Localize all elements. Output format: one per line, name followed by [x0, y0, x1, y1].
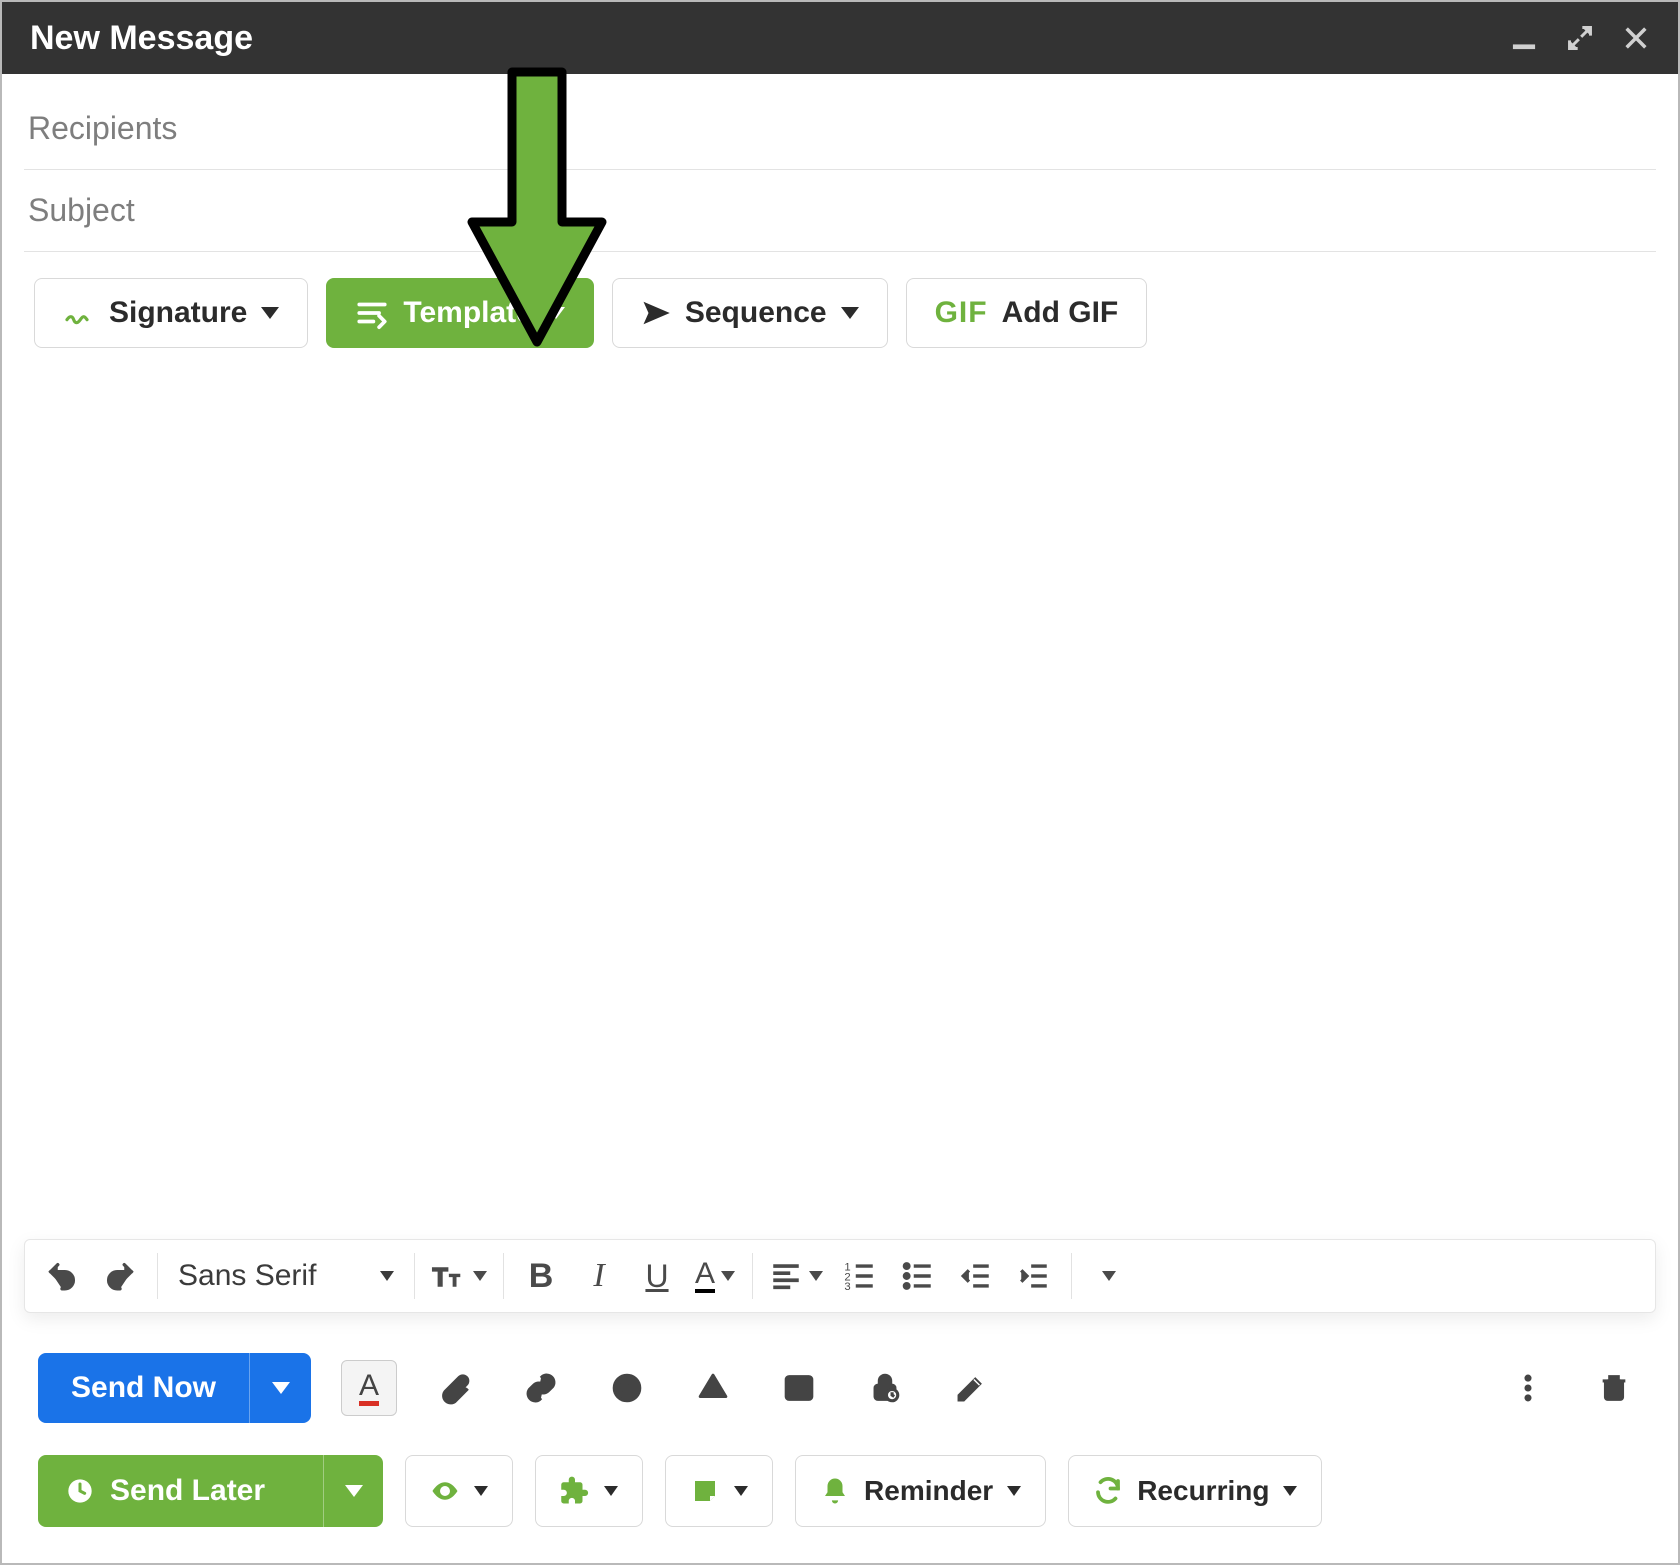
send-now-label: Send Now — [71, 1371, 216, 1405]
insert-toolbar: Signature Template Sequence GIF Add GIF — [2, 252, 1678, 374]
reminder-label: Reminder — [864, 1475, 993, 1507]
add-gif-label: Add GIF — [1002, 296, 1119, 330]
title-bar: New Message — [2, 2, 1678, 74]
insert-photo-button[interactable] — [771, 1360, 827, 1416]
text-color-tool-button[interactable]: A — [341, 1360, 397, 1416]
minimize-button[interactable] — [1510, 24, 1538, 52]
send-options-button[interactable] — [249, 1353, 311, 1423]
extension-button[interactable] — [535, 1455, 643, 1527]
chevron-down-icon — [841, 307, 859, 319]
align-button[interactable] — [761, 1250, 831, 1302]
chevron-down-icon — [734, 1486, 748, 1496]
svg-text:T: T — [449, 1271, 460, 1290]
sequence-button[interactable]: Sequence — [612, 278, 888, 348]
chevron-down-icon — [380, 1271, 394, 1281]
toolbar-divider — [157, 1253, 158, 1299]
text-color-button[interactable]: A — [686, 1250, 744, 1302]
chevron-down-icon — [1007, 1486, 1021, 1496]
send-later-options-button[interactable] — [323, 1455, 383, 1527]
bulleted-list-button[interactable] — [889, 1250, 947, 1302]
chevron-down-icon — [473, 1271, 487, 1281]
action-bar: Send Now A — [2, 1343, 1678, 1445]
message-body[interactable] — [30, 374, 1650, 1239]
fields-area: Recipients Subject — [2, 74, 1678, 252]
more-formatting-button[interactable] — [1080, 1250, 1138, 1302]
insert-signature-button[interactable] — [943, 1360, 999, 1416]
insert-link-button[interactable] — [513, 1360, 569, 1416]
tracking-button[interactable] — [405, 1455, 513, 1527]
attach-file-button[interactable] — [427, 1360, 483, 1416]
chevron-down-icon — [1283, 1486, 1297, 1496]
reminder-button[interactable]: Reminder — [795, 1455, 1046, 1527]
chevron-down-icon — [547, 307, 565, 319]
window-title: New Message — [30, 19, 253, 58]
template-label: Template — [403, 296, 532, 330]
indent-button[interactable] — [1005, 1250, 1063, 1302]
sequence-label: Sequence — [685, 296, 827, 330]
chevron-down-icon — [721, 1271, 735, 1281]
send-now-button[interactable]: Send Now — [38, 1353, 249, 1423]
toolbar-divider — [1071, 1253, 1072, 1299]
chevron-down-icon — [474, 1486, 488, 1496]
send-later-split-button: Send Later — [38, 1455, 383, 1527]
send-later-label: Send Later — [110, 1474, 265, 1508]
font-family-select[interactable]: Sans Serif — [166, 1250, 406, 1302]
font-family-label: Sans Serif — [178, 1259, 316, 1293]
underline-button[interactable]: U — [628, 1250, 686, 1302]
gif-icon: GIF — [935, 296, 988, 330]
chevron-down-icon — [809, 1271, 823, 1281]
window-controls — [1510, 24, 1650, 52]
discard-draft-button[interactable] — [1586, 1360, 1642, 1416]
template-button[interactable]: Template — [326, 278, 593, 348]
signature-button[interactable]: Signature — [34, 278, 308, 348]
secondary-action-bar: Send Later Reminder Recurring — [2, 1445, 1678, 1563]
numbered-list-button[interactable]: 123 — [831, 1250, 889, 1302]
redo-button[interactable] — [91, 1250, 149, 1302]
bold-button[interactable]: B — [512, 1250, 570, 1302]
expand-button[interactable] — [1566, 24, 1594, 52]
svg-text:T: T — [432, 1264, 448, 1292]
formatting-toolbar: Sans Serif TT B I U A 123 — [24, 1239, 1656, 1313]
toolbar-divider — [414, 1253, 415, 1299]
chevron-down-icon — [604, 1486, 618, 1496]
compose-window: New Message Recipients Subject — [0, 0, 1680, 1565]
signature-label: Signature — [109, 296, 247, 330]
toolbar-divider — [752, 1253, 753, 1299]
send-now-split-button: Send Now — [38, 1353, 311, 1423]
font-size-select[interactable]: TT — [423, 1250, 495, 1302]
toolbar-divider — [503, 1253, 504, 1299]
undo-button[interactable] — [33, 1250, 91, 1302]
outdent-button[interactable] — [947, 1250, 1005, 1302]
insert-drive-button[interactable] — [685, 1360, 741, 1416]
svg-text:3: 3 — [844, 1281, 850, 1293]
note-button[interactable] — [665, 1455, 773, 1527]
close-button[interactable] — [1622, 24, 1650, 52]
chevron-down-icon — [261, 307, 279, 319]
italic-button[interactable]: I — [570, 1250, 628, 1302]
send-later-button[interactable]: Send Later — [38, 1455, 323, 1527]
chevron-down-icon — [272, 1382, 290, 1394]
recurring-button[interactable]: Recurring — [1068, 1455, 1322, 1527]
confidential-mode-button[interactable] — [857, 1360, 913, 1416]
chevron-down-icon — [1102, 1271, 1116, 1281]
add-gif-button[interactable]: GIF Add GIF — [906, 278, 1148, 348]
recipients-placeholder: Recipients — [28, 110, 177, 146]
more-options-button[interactable] — [1500, 1360, 1556, 1416]
recurring-label: Recurring — [1137, 1475, 1269, 1507]
subject-placeholder: Subject — [28, 192, 135, 228]
chevron-down-icon — [345, 1485, 363, 1497]
subject-field[interactable]: Subject — [24, 170, 1656, 252]
recipients-field[interactable]: Recipients — [24, 88, 1656, 170]
insert-emoji-button[interactable] — [599, 1360, 655, 1416]
